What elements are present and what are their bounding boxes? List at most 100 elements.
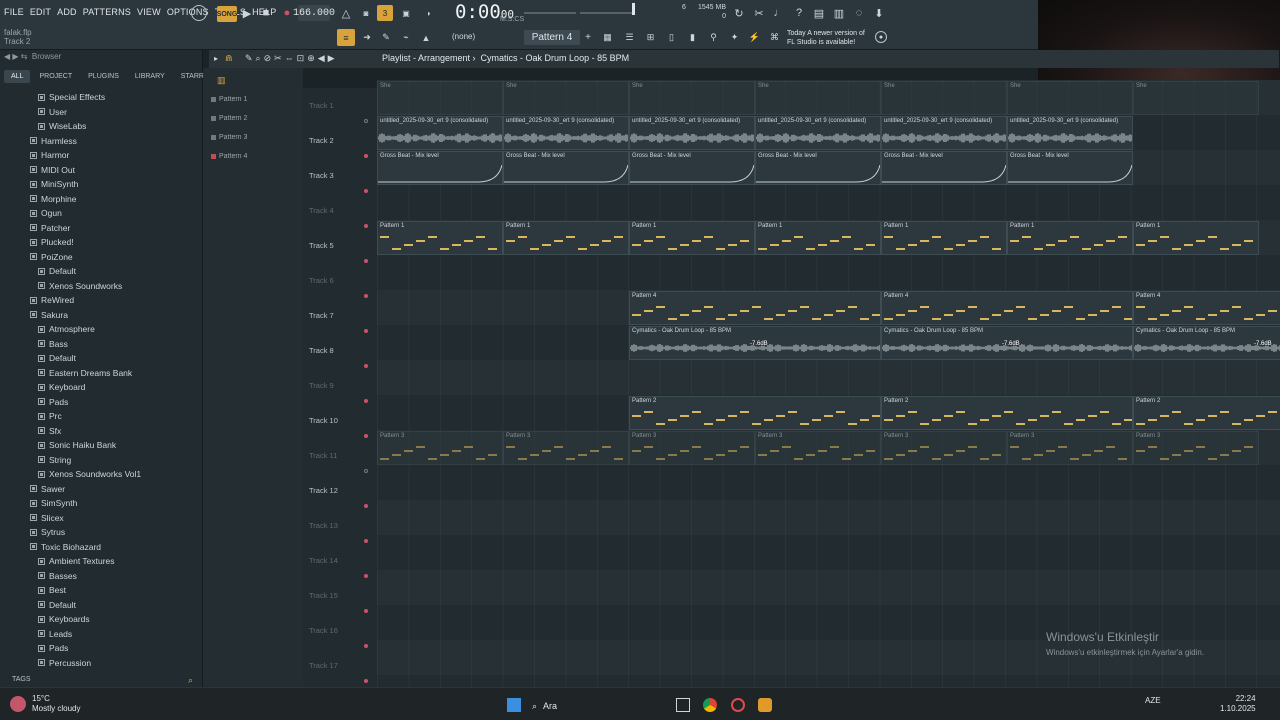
browser-item[interactable]: Basses	[0, 569, 203, 584]
pattern-clip[interactable]: Pattern 4	[1133, 291, 1280, 325]
track-header[interactable]: Track 14	[309, 543, 377, 578]
file-explorer-icon[interactable]	[676, 698, 690, 712]
tempo-display[interactable]: 166.000	[293, 5, 335, 21]
render-icon[interactable]: ▥	[831, 5, 847, 21]
track-header[interactable]: Track 12	[309, 473, 377, 508]
channel-rack-icon[interactable]: ⊞	[643, 30, 658, 45]
track-header[interactable]: Track 16	[309, 613, 377, 648]
browser-item[interactable]: Eastern Dreams Bank	[0, 366, 203, 381]
stop-icon[interactable]: ■	[259, 5, 273, 21]
update-notice[interactable]: Today A newer version of FL Studio is av…	[787, 29, 877, 47]
download-icon[interactable]: ⬇	[871, 5, 887, 21]
browser-item[interactable]: Default	[0, 264, 203, 279]
microphone-icon[interactable]: ♩	[771, 5, 787, 21]
browser-item[interactable]: ReWired	[0, 293, 203, 308]
browser-item[interactable]: Toxic Biohazard	[0, 540, 203, 555]
browser-item[interactable]: Xenos Soundworks Vol1	[0, 467, 203, 482]
touch-keyboard-icon[interactable]: ✦	[727, 30, 742, 45]
automation-clip[interactable]: Gross Beat - Mix level	[1007, 151, 1133, 185]
piano-roll-icon[interactable]: ≡	[337, 29, 355, 46]
track-header[interactable]: Track 2	[309, 123, 377, 158]
picker-piano-icon[interactable]: ▥	[217, 75, 226, 86]
play-icon[interactable]: ▶	[240, 5, 254, 21]
browser-item[interactable]: PoiZone	[0, 250, 203, 265]
pattern-clip[interactable]: She	[881, 81, 1007, 115]
pattern-clip[interactable]: She	[1007, 81, 1133, 115]
browser-item[interactable]: MiniSynth	[0, 177, 203, 192]
track-header[interactable]: Track 11	[309, 438, 377, 473]
taskbar-search[interactable]: ⌕ Ara	[532, 698, 652, 714]
track-header[interactable]: Track 7	[309, 298, 377, 333]
weather-icon[interactable]	[10, 696, 26, 712]
track-header[interactable]: Track 8	[309, 333, 377, 368]
picker-pattern[interactable]: Pattern 4	[211, 153, 247, 160]
browser-item[interactable]: Keyboards	[0, 612, 203, 627]
playlist-tools-icon[interactable]: ✎⌕⊘✂⇔⊡⊕◀▶	[245, 53, 338, 64]
start-icon[interactable]	[507, 698, 521, 712]
menu-patterns[interactable]: PATTERNS	[83, 7, 131, 17]
browser-tab-plugins[interactable]: PLUGINS	[81, 70, 126, 83]
audio-clip[interactable]: Cymatics - Oak Drum Loop - 85 BPM -7.6dB	[1133, 326, 1280, 360]
pattern-clip[interactable]: Pattern 3	[1133, 431, 1259, 465]
browser-item[interactable]: MIDI Out	[0, 163, 203, 178]
pattern-clip[interactable]: Pattern 3	[881, 431, 1007, 465]
automation-clip[interactable]: Gross Beat - Mix level	[755, 151, 881, 185]
track-header[interactable]: Track 10	[309, 403, 377, 438]
audio-clip[interactable]: untitled_2025-09-30_ert 9 (consolidated)	[881, 116, 1007, 150]
fl-logo-icon[interactable]: ●	[875, 31, 887, 43]
search-icon[interactable]: ⌕	[188, 675, 193, 686]
audio-clip[interactable]: untitled_2025-09-30_ert 9 (consolidated)	[377, 116, 503, 150]
browser-item[interactable]: Xenos Soundworks	[0, 279, 203, 294]
pattern-clip[interactable]: Pattern 1	[629, 221, 755, 255]
browser-item[interactable]: Sonic Haiku Bank	[0, 438, 203, 453]
automation-clip[interactable]: Gross Beat - Mix level	[629, 151, 755, 185]
stamp-icon[interactable]: ▲	[419, 30, 433, 45]
track-header[interactable]: Track 15	[309, 578, 377, 613]
browser-item[interactable]: Plucked!	[0, 235, 203, 250]
playlist-grid[interactable]: She She She She She She She untitled_2025-09-30…	[377, 80, 1280, 687]
track-header[interactable]: Track 5	[309, 228, 377, 263]
browser-item[interactable]: Percussion	[0, 656, 203, 671]
pattern-clip[interactable]: Pattern 3	[503, 431, 629, 465]
menu-view[interactable]: VIEW	[137, 7, 161, 17]
browser-item[interactable]: Sakura	[0, 308, 203, 323]
browser-item[interactable]: Harmless	[0, 134, 203, 149]
weather-widget[interactable]: 15°C Mostly cloudy	[32, 694, 80, 714]
audio-clip[interactable]: Cymatics - Oak Drum Loop - 85 BPM -7.6dB	[629, 326, 881, 360]
piano-icon[interactable]: ▯	[664, 30, 679, 45]
magic-icon[interactable]: ⚡	[747, 30, 762, 45]
automation-clip[interactable]: Gross Beat - Mix level	[881, 151, 1007, 185]
taskbar-clock[interactable]: 22:24 1.10.2025	[1220, 694, 1256, 714]
pattern-clip[interactable]: She	[629, 81, 755, 115]
record-icon[interactable]: ●	[280, 5, 294, 21]
chrome-icon[interactable]	[703, 698, 717, 712]
audio-clip[interactable]: untitled_2025-09-30_ert 9 (consolidated)	[755, 116, 881, 150]
pattern-clip[interactable]: Pattern 3	[1007, 431, 1133, 465]
browser-item[interactable]: Default	[0, 351, 203, 366]
track-header[interactable]: Track 17	[309, 648, 377, 683]
browser-item[interactable]: Best	[0, 583, 203, 598]
track-header[interactable]: Track 4	[309, 193, 377, 228]
audio-clip[interactable]: Cymatics - Oak Drum Loop - 85 BPM -7.6dB	[881, 326, 1133, 360]
link-icon[interactable]: ⌁	[399, 30, 413, 45]
chat-icon[interactable]: ◌	[851, 5, 867, 21]
browser-tab-library[interactable]: LIBRARY	[128, 70, 172, 83]
track-header[interactable]: Track 9	[309, 368, 377, 403]
playlist-icon[interactable]: ▦	[600, 30, 615, 45]
mixer-icon[interactable]: ☰	[622, 30, 637, 45]
cut-icon[interactable]: ✂	[751, 5, 767, 21]
browser-tab-all[interactable]: ALL	[4, 70, 31, 83]
fl-studio-taskbar-icon[interactable]	[758, 698, 772, 712]
pattern-clip[interactable]: She	[503, 81, 629, 115]
pattern-clip[interactable]: Pattern 3	[629, 431, 755, 465]
picker-pattern[interactable]: Pattern 1	[211, 96, 247, 103]
browser-item[interactable]: Sytrus	[0, 525, 203, 540]
metronome-icon[interactable]: △	[338, 5, 354, 21]
tempo-tapper-icon[interactable]: ⌘	[767, 30, 782, 45]
pattern-clip[interactable]: Pattern 2	[629, 396, 881, 430]
browser-item[interactable]: User	[0, 105, 203, 120]
browser-item[interactable]: SimSynth	[0, 496, 203, 511]
audio-clip[interactable]: untitled_2025-09-30_ert 9 (consolidated)	[629, 116, 755, 150]
audio-clip[interactable]: untitled_2025-09-30_ert 9 (consolidated)	[1007, 116, 1133, 150]
menu-add[interactable]: ADD	[57, 7, 77, 17]
